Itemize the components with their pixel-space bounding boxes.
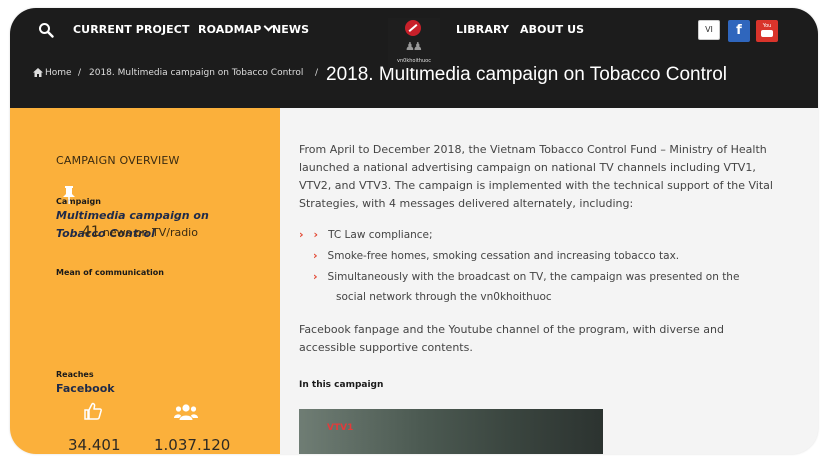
facebook-icon[interactable]: f (728, 20, 750, 42)
search-icon[interactable] (38, 22, 54, 38)
news-count: 41 (82, 224, 100, 240)
nav-roadmap-label: ROADMAP (198, 23, 262, 36)
campaign-video-thumbnail[interactable]: VTV1 (299, 409, 603, 454)
bullet-text: Simultaneously with the broadcast on TV,… (327, 271, 740, 283)
intro-line-4: Strategies, with 4 messages delivered al… (299, 197, 634, 210)
home-icon (33, 68, 43, 77)
logo-text: vn0khoithuoc (397, 58, 431, 64)
likes-count: 34.401 (68, 436, 121, 454)
youtube-you-text: You (762, 23, 772, 29)
list-item: › › TC Law compliance; (299, 228, 433, 241)
browser-frame: CURRENT PROJECT ROADMAP NEWS LIBRARY ABO… (10, 8, 818, 454)
reaches-count: 1.037.120 (154, 436, 231, 454)
language-toggle[interactable]: VI (698, 20, 720, 40)
tv-channel-logo: VTV1 (327, 423, 354, 433)
chevron-right-icon: › (299, 228, 304, 241)
campaign-overview-heading: CAMPAIGN OVERVIEW (56, 154, 180, 167)
page-title: 2018. Multimedia campaign on Tobacco Con… (326, 64, 727, 85)
bullet-text: Smoke-free homes, smoking cessation and … (327, 250, 680, 262)
chevron-right-icon: › (313, 249, 318, 262)
chevron-right-icon: › (313, 228, 319, 241)
site-logo[interactable]: ♟♟ vn0khoithuoc (388, 18, 440, 68)
in-this-campaign-heading: In this campaign (299, 380, 384, 390)
news-count-line: 41 news on TV/radio (82, 224, 198, 240)
list-item: › Smoke-free homes, smoking cessation and… (313, 249, 679, 262)
no-smoking-icon (405, 20, 421, 36)
people-icon: ♟♟ (405, 40, 423, 53)
nav-roadmap[interactable]: ROADMAP (198, 21, 274, 36)
bullet-text: TC Law compliance; (328, 229, 433, 241)
campaign-overview-sidebar: CAMPAIGN OVERVIEW Campaign Multimedia ca… (10, 108, 280, 454)
reaches-label: Reaches (56, 370, 94, 379)
list-item: › Simultaneously with the broadcast on TV… (313, 270, 739, 283)
facebook-label: Facebook (56, 382, 115, 395)
news-count-label: news on TV/radio (102, 226, 198, 239)
intro-line-3: VTV2, and VTV3. The campaign is implemen… (299, 179, 773, 192)
users-icon (174, 404, 198, 420)
breadcrumb-home[interactable]: Home (45, 68, 72, 78)
bullet-text-continued: social network through the vn0khoithuoc (336, 291, 552, 303)
nav-news[interactable]: NEWS (272, 23, 309, 36)
youtube-tube-shape (761, 30, 773, 37)
chevron-right-icon: › (313, 270, 318, 283)
youtube-icon[interactable]: You (756, 20, 778, 42)
thumbs-up-icon (84, 402, 102, 420)
nav-current-project[interactable]: CURRENT PROJECT (73, 23, 190, 36)
intro-line-2: launched a national advertising campaign… (299, 161, 756, 174)
nav-library[interactable]: LIBRARY (456, 23, 509, 36)
means-of-communication-label: Mean of communication (56, 268, 164, 277)
main-content: From April to December 2018, the Vietnam… (280, 108, 818, 454)
pushpin-icon (63, 186, 75, 204)
outro-line-1: Facebook fanpage and the Youtube channel… (299, 323, 724, 336)
intro-line-1: From April to December 2018, the Vietnam… (299, 143, 767, 156)
breadcrumb-current[interactable]: 2018. Multimedia campaign on Tobacco Con… (89, 68, 303, 78)
outro-line-2: accessible supportive contents. (299, 341, 473, 354)
breadcrumb-separator: / (315, 68, 319, 78)
nav-about-us[interactable]: ABOUT US (520, 23, 584, 36)
campaign-name-line-1: Multimedia campaign on (56, 209, 209, 222)
breadcrumb-separator: / (78, 68, 82, 78)
